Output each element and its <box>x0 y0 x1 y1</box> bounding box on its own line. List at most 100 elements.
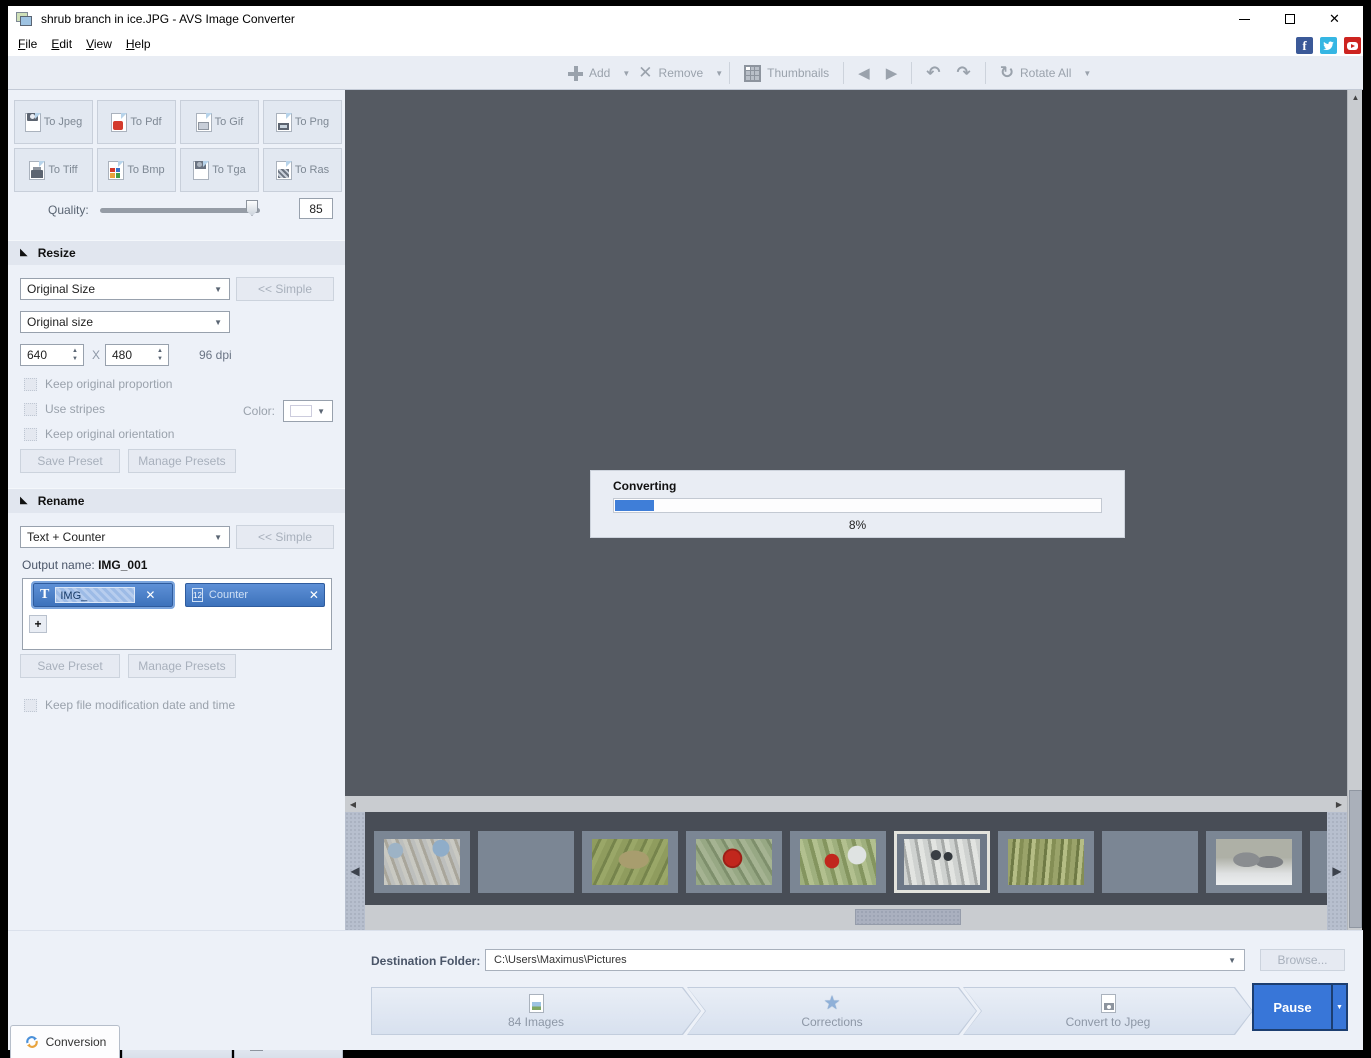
to-tga-button[interactable]: To Tga <box>180 148 259 192</box>
quality-slider-handle[interactable] <box>246 200 258 216</box>
chevron-down-icon: ▼ <box>214 284 222 294</box>
keep-proportion-checkbox[interactable] <box>24 377 37 391</box>
text-chip-input[interactable]: IMG_ <box>55 587 136 603</box>
thumbnail-scrollbar[interactable] <box>365 905 1327 930</box>
to-ras-button[interactable]: To Ras <box>263 148 342 192</box>
color-dropdown[interactable]: ▼ <box>283 400 333 422</box>
rotate-all-dropdown[interactable]: ▼ <box>1083 69 1091 78</box>
rename-simple-button[interactable]: << Simple <box>236 525 334 549</box>
quality-value-input[interactable] <box>299 198 333 219</box>
step-convert-label: Convert to Jpeg <box>1065 1015 1151 1029</box>
tab-conversion-label: Conversion <box>45 1035 107 1049</box>
menu-help[interactable]: Help <box>126 37 151 51</box>
use-stripes-label: Use stripes <box>45 402 106 416</box>
rotate-left-button[interactable]: ↶ <box>918 63 948 83</box>
resize-preset-dropdown[interactable]: Original Size ▼ <box>20 278 230 300</box>
maximize-button[interactable] <box>1267 6 1312 32</box>
scroll-left-icon[interactable]: ◀ <box>345 796 361 812</box>
thumbnail-3[interactable] <box>582 831 678 893</box>
to-pdf-button[interactable]: To Pdf <box>97 100 176 144</box>
resize-simple-button[interactable]: << Simple <box>236 277 334 301</box>
menu-file[interactable]: File <box>18 37 37 51</box>
converting-title: Converting <box>613 479 677 493</box>
thumbnail-9[interactable] <box>1206 831 1302 893</box>
browse-button[interactable]: Browse... <box>1260 949 1345 971</box>
quality-slider[interactable] <box>100 208 260 213</box>
height-value: 480 <box>112 348 133 362</box>
to-png-button[interactable]: To Png <box>263 100 342 144</box>
thumbnail-1[interactable] <box>374 831 470 893</box>
menu-view[interactable]: View <box>86 37 112 51</box>
output-name-label: Output name: <box>22 558 95 572</box>
resize-save-preset-button[interactable]: Save Preset <box>20 449 120 473</box>
height-spinner[interactable]: 480 ▲ ▼ <box>105 344 169 366</box>
rename-section-header[interactable]: ◣ Rename <box>8 488 345 513</box>
twitter-icon[interactable] <box>1320 37 1337 54</box>
destination-folder-combobox[interactable]: C:\Users\Maximus\Pictures ▼ <box>485 949 1245 971</box>
scroll-right-icon[interactable]: ▶ <box>1331 796 1347 812</box>
thumbnail-8-image <box>1112 839 1188 885</box>
pause-button[interactable]: Pause ▼ <box>1252 983 1348 1031</box>
facebook-icon[interactable]: f <box>1296 37 1313 54</box>
color-swatch <box>290 405 312 417</box>
thumbnail-4-image <box>696 839 772 885</box>
use-stripes-checkbox[interactable] <box>24 402 37 416</box>
chevron-down-icon: ▼ <box>214 532 222 542</box>
spinner-arrows-icon[interactable]: ▲ ▼ <box>72 347 78 363</box>
next-image-button[interactable]: ▶ <box>878 64 906 82</box>
counter-chip-close-icon[interactable]: ✕ <box>309 588 319 602</box>
add-dropdown[interactable]: ▼ <box>622 69 630 78</box>
horizontal-scrollbar[interactable]: ◀ ▶ <box>345 796 1347 812</box>
to-tiff-button[interactable]: To Tiff <box>14 148 93 192</box>
thumbnail-10-partial[interactable] <box>1310 831 1327 893</box>
to-jpeg-button[interactable]: To Jpeg <box>14 100 93 144</box>
to-gif-button[interactable]: To Gif <box>180 100 259 144</box>
remove-button[interactable]: ✕ Remove <box>630 63 711 83</box>
thumbnails-prev-button[interactable]: ◀ <box>345 812 365 930</box>
vertical-scrollbar-thumb[interactable] <box>1349 790 1362 928</box>
thumbnail-7[interactable] <box>998 831 1094 893</box>
text-chip[interactable]: T IMG_ ✕ <box>31 581 175 609</box>
thumbnail-scrollbar-thumb[interactable] <box>855 909 961 925</box>
rotate-right-button[interactable]: ↷ <box>949 63 979 83</box>
tab-conversion[interactable]: Conversion <box>10 1025 120 1058</box>
close-button[interactable]: ✕ <box>1312 6 1357 32</box>
spinner-arrows-icon[interactable]: ▲ ▼ <box>157 347 163 363</box>
thumbnail-8[interactable] <box>1102 831 1198 893</box>
resize-section-header[interactable]: ◣ Resize <box>8 240 345 265</box>
rename-save-preset-button[interactable]: Save Preset <box>20 654 120 678</box>
text-chip-icon: T <box>40 587 50 602</box>
minimize-button[interactable] <box>1222 6 1267 32</box>
rotate-all-button[interactable]: ↻ Rotate All <box>992 63 1080 83</box>
resize-manage-presets-button[interactable]: Manage Presets <box>128 449 236 473</box>
width-spinner[interactable]: 640 ▲ ▼ <box>20 344 84 366</box>
thumbnail-2[interactable] <box>478 831 574 893</box>
add-chip-button[interactable]: + <box>29 615 47 633</box>
maximize-icon <box>1284 14 1295 24</box>
remove-dropdown[interactable]: ▼ <box>715 69 723 78</box>
text-chip-close-icon[interactable]: ✕ <box>145 588 155 602</box>
resize-size-dropdown[interactable]: Original size ▼ <box>20 311 230 333</box>
step-images-label: 84 Images <box>507 1015 565 1029</box>
vertical-scrollbar[interactable]: ▲ <box>1347 90 1362 930</box>
rename-manage-presets-button[interactable]: Manage Presets <box>128 654 236 678</box>
remove-label: Remove <box>658 66 704 80</box>
thumbnail-4[interactable] <box>686 831 782 893</box>
keep-date-checkbox[interactable] <box>24 698 37 712</box>
to-tga-label: To Tga <box>212 164 246 176</box>
thumbnails-button[interactable]: Thumbnails <box>736 64 837 82</box>
to-bmp-button[interactable]: To Bmp <box>97 148 176 192</box>
thumbnails-next-button[interactable]: ▶ <box>1327 812 1347 930</box>
keep-orientation-checkbox[interactable] <box>24 427 37 441</box>
tga-file-icon <box>193 160 210 180</box>
pause-dropdown[interactable]: ▼ <box>1331 985 1346 1029</box>
thumbnail-6-selected[interactable] <box>894 831 990 893</box>
thumbnail-5[interactable] <box>790 831 886 893</box>
add-button[interactable]: Add <box>560 65 618 81</box>
rename-preset-dropdown[interactable]: Text + Counter ▼ <box>20 526 230 548</box>
menu-edit[interactable]: Edit <box>51 37 72 51</box>
previous-image-button[interactable]: ◀ <box>850 64 878 82</box>
scroll-up-icon[interactable]: ▲ <box>1348 90 1363 105</box>
youtube-icon[interactable] <box>1344 37 1361 54</box>
counter-chip[interactable]: 12 Counter ✕ <box>185 583 325 607</box>
